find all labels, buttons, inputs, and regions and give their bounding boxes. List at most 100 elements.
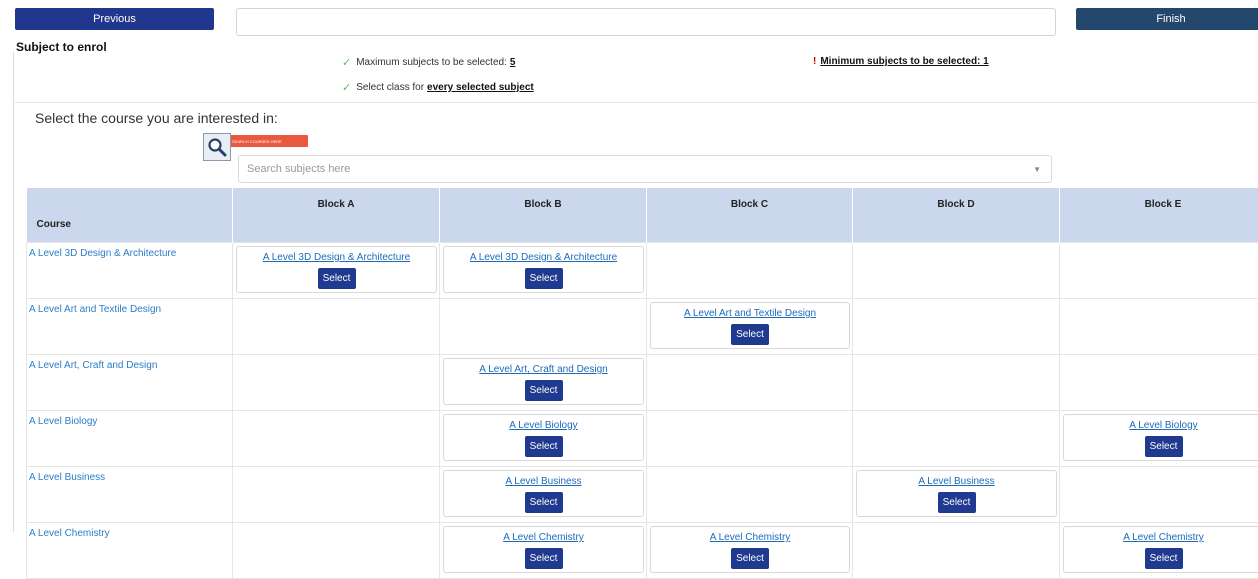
select-button[interactable]: Select xyxy=(525,492,563,513)
block-cell xyxy=(233,299,440,355)
rule-select-class: ✓ Select class for every selected subjec… xyxy=(342,81,534,94)
block-cell xyxy=(647,355,853,411)
class-option-link[interactable]: A Level Art and Textile Design xyxy=(684,308,816,319)
course-name[interactable]: A Level Biology xyxy=(27,411,233,467)
select-button[interactable]: Select xyxy=(318,268,356,289)
course-name[interactable]: A Level Art and Textile Design xyxy=(27,299,233,355)
select-button[interactable]: Select xyxy=(938,492,976,513)
class-option-link[interactable]: A Level Art, Craft and Design xyxy=(479,364,607,375)
select-button[interactable]: Select xyxy=(731,548,769,569)
course-name[interactable]: A Level 3D Design & Architecture xyxy=(27,243,233,299)
table-row: A Level Art, Craft and DesignA Level Art… xyxy=(27,355,1258,411)
warning-icon: ! xyxy=(813,56,816,67)
finish-button[interactable]: Finish xyxy=(1076,8,1258,30)
table-header-row: CourseBlock ABlock BBlock CBlock DBlock … xyxy=(27,188,1258,243)
block-cell: A Level 3D Design & Architecture Select xyxy=(440,243,647,299)
select-button[interactable]: Select xyxy=(525,380,563,401)
block-cell xyxy=(1060,467,1258,523)
rule-max-value: 5 xyxy=(510,57,516,68)
magnifier-icon xyxy=(203,133,231,161)
class-option: A Level Biology Select xyxy=(1063,414,1258,461)
block-cell xyxy=(233,355,440,411)
rule-class-text: Select class for xyxy=(356,82,424,93)
rule-min-subjects: ! Minimum subjects to be selected: 1 xyxy=(813,56,989,67)
class-option: A Level Business Select xyxy=(443,470,644,517)
table-row: A Level BusinessA Level BusinessSelectA … xyxy=(27,467,1258,523)
header-block-b: Block B xyxy=(440,188,647,243)
class-option: A Level 3D Design & Architecture Select xyxy=(443,246,644,293)
class-option-link[interactable]: A Level Biology xyxy=(509,420,577,431)
select-button[interactable]: Select xyxy=(525,436,563,457)
block-cell xyxy=(853,243,1060,299)
block-cell xyxy=(853,299,1060,355)
left-border xyxy=(13,52,14,532)
block-cell xyxy=(1060,299,1258,355)
rule-max-text: Maximum subjects to be selected: xyxy=(356,57,507,68)
previous-button[interactable]: Previous xyxy=(15,8,214,30)
block-cell xyxy=(1060,243,1258,299)
select-button[interactable]: Select xyxy=(731,324,769,345)
table-row: A Level 3D Design & ArchitectureA Level … xyxy=(27,243,1258,299)
chevron-down-icon: ▼ xyxy=(1033,165,1041,174)
block-cell: A Level Biology Select xyxy=(440,411,647,467)
class-option: A Level Art and Textile Design Select xyxy=(650,302,850,349)
block-cell xyxy=(647,467,853,523)
block-cell: A Level Chemistry Select xyxy=(440,523,647,579)
block-cell: A Level Art, Craft and Design Select xyxy=(440,355,647,411)
course-block-table: CourseBlock ABlock BBlock CBlock DBlock … xyxy=(26,188,1258,579)
rule-max-subjects: ✓ Maximum subjects to be selected: 5 xyxy=(342,56,515,69)
header-course: Course xyxy=(27,188,233,243)
class-option-link[interactable]: A Level Chemistry xyxy=(503,532,584,543)
class-option: A Level Chemistry Select xyxy=(650,526,850,573)
progress-box xyxy=(236,8,1056,36)
block-cell xyxy=(440,299,647,355)
select-button[interactable]: Select xyxy=(1145,548,1183,569)
class-option: A Level 3D Design & Architecture Select xyxy=(236,246,437,293)
search-subjects-select[interactable]: Search subjects here ▼ xyxy=(238,155,1052,183)
block-cell: A Level 3D Design & Architecture Select xyxy=(233,243,440,299)
block-cell: A Level Art and Textile Design Select xyxy=(647,299,853,355)
table-row: A Level BiologyA Level BiologySelectA Le… xyxy=(27,411,1258,467)
select-button[interactable]: Select xyxy=(1145,436,1183,457)
block-cell xyxy=(233,467,440,523)
section-title: Subject to enrol xyxy=(16,40,107,54)
class-option: A Level Chemistry Select xyxy=(443,526,644,573)
header-block-c: Block C xyxy=(647,188,853,243)
header-block-a: Block A xyxy=(233,188,440,243)
class-option-link[interactable]: A Level Biology xyxy=(1129,420,1197,431)
course-name[interactable]: A Level Business xyxy=(27,467,233,523)
block-cell: A Level Business Select xyxy=(440,467,647,523)
course-name[interactable]: A Level Chemistry xyxy=(27,523,233,579)
search-banner: SEARCH COURSES HERE xyxy=(224,135,308,147)
block-cell xyxy=(647,411,853,467)
block-cell xyxy=(853,523,1060,579)
class-option: A Level Art, Craft and Design Select xyxy=(443,358,644,405)
block-cell xyxy=(647,243,853,299)
class-option: A Level Chemistry Select xyxy=(1063,526,1258,573)
class-option-link[interactable]: A Level Chemistry xyxy=(710,532,791,543)
block-cell: A Level Chemistry Select xyxy=(647,523,853,579)
search-placeholder: Search subjects here xyxy=(247,163,350,175)
divider xyxy=(15,102,1258,103)
select-button[interactable]: Select xyxy=(525,548,563,569)
check-icon: ✓ xyxy=(342,56,351,69)
header-block-d: Block D xyxy=(853,188,1060,243)
check-icon: ✓ xyxy=(342,81,351,94)
block-cell xyxy=(233,411,440,467)
header-block-e: Block E xyxy=(1060,188,1258,243)
block-cell xyxy=(1060,355,1258,411)
class-option: A Level Business Select xyxy=(856,470,1057,517)
class-option-link[interactable]: A Level Chemistry xyxy=(1123,532,1204,543)
block-cell xyxy=(853,411,1060,467)
class-option: A Level Biology Select xyxy=(443,414,644,461)
class-option-link[interactable]: A Level Business xyxy=(505,476,581,487)
course-name[interactable]: A Level Art, Craft and Design xyxy=(27,355,233,411)
block-cell: A Level Biology Select xyxy=(1060,411,1258,467)
class-option-link[interactable]: A Level 3D Design & Architecture xyxy=(470,252,617,263)
class-option-link[interactable]: A Level Business xyxy=(918,476,994,487)
block-cell xyxy=(233,523,440,579)
rule-class-strong: every selected subject xyxy=(427,82,534,93)
table-row: A Level Art and Textile DesignA Level Ar… xyxy=(27,299,1258,355)
select-button[interactable]: Select xyxy=(525,268,563,289)
class-option-link[interactable]: A Level 3D Design & Architecture xyxy=(263,252,410,263)
